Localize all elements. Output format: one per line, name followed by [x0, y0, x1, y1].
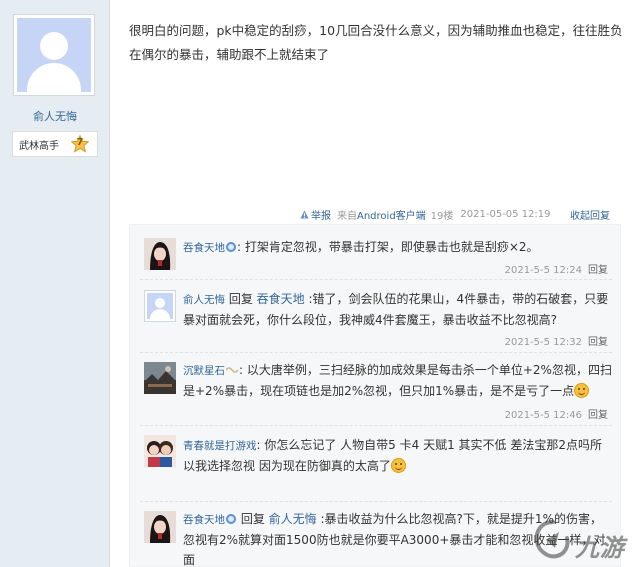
avatar[interactable]: [144, 290, 176, 322]
reply-time: 2021-5-5 12:32: [504, 337, 582, 348]
reply-body: 沉默星石: 以大唐举例，三扫经脉的加成效果是每击杀一个单位+2%忽视，四扫是+2…: [183, 360, 613, 401]
reply-time: 2021-5-5 12:46: [504, 410, 582, 421]
jiuyou-watermark: 九游: [531, 516, 639, 566]
avatar[interactable]: [144, 238, 176, 270]
reply-nick-link[interactable]: 俞人无悔: [183, 294, 225, 306]
reply-nick-link[interactable]: 沉默星石: [183, 365, 225, 377]
reply-button[interactable]: 回复: [588, 265, 608, 276]
reply-body: 吞食天地 : 打架肯定忽视，带暴击打架，即使暴击也就是刮痧×2。: [183, 237, 613, 258]
reply-divider: [140, 279, 612, 280]
source-prefix: 来自: [337, 210, 357, 222]
reply-button[interactable]: 回复: [588, 337, 608, 348]
report-link[interactable]: 举报: [300, 207, 331, 222]
reply-divider: [140, 501, 612, 502]
post-source: 来自Android客户端: [337, 207, 426, 222]
reply-divider: [140, 352, 612, 353]
reply-nick-link[interactable]: 吞食天地: [183, 514, 225, 526]
author-sidebar: 俞人无悔 武林高手 7: [0, 0, 110, 567]
rank-badge: 武林高手 7: [12, 131, 98, 157]
landscape-avatar-icon: [144, 362, 176, 394]
reply-meta: 2021-5-5 12:24 回复: [505, 261, 608, 276]
post-meta: 举报 来自Android客户端 19楼 2021-05-05 12:19 收起回…: [300, 206, 610, 222]
author-name-link[interactable]: 俞人无悔: [0, 108, 110, 124]
wave-icon: [226, 367, 238, 373]
couple-avatar-icon: [144, 435, 176, 467]
rank-star-icon: 7: [71, 135, 89, 153]
member-badge-icon: [226, 242, 236, 252]
default-avatar-icon: [147, 293, 173, 319]
watermark-text: 九游: [575, 534, 625, 562]
floor-number: 19楼: [430, 210, 454, 222]
reply-time: 2021-5-5 12:24: [504, 265, 582, 276]
reply-content: : 打架肯定忽视，带暴击打架，即使暴击也就是刮痧×2。: [237, 240, 539, 254]
reply-body: 俞人无悔 回复 吞食天地 :错了，剑会队伍的花果山，4件暴击，带的石破套，只要暴…: [183, 289, 613, 330]
reply-meta: 2021-5-5 12:46 回复: [505, 406, 608, 421]
reply-to-word: 回复: [228, 292, 253, 306]
collapse-replies-button[interactable]: 收起回复: [570, 207, 610, 222]
avatar[interactable]: [144, 362, 176, 394]
reply-target-link[interactable]: 俞人无悔: [269, 512, 317, 526]
report-icon: [300, 209, 309, 219]
dark-hair-avatar-icon: [144, 511, 176, 543]
post-time: 2021-05-05 12:19: [460, 208, 551, 220]
reply-to-word: 回复: [240, 512, 265, 526]
reply-content: : 以大唐举例，三扫经脉的加成效果是每击杀一个单位+2%忽视，四扫是+2%暴击，…: [183, 363, 612, 398]
member-badge-icon: [226, 514, 236, 524]
default-avatar-icon: [17, 18, 91, 92]
jiuyou-logo-icon: [534, 520, 570, 559]
source-client-link[interactable]: Android客户端: [357, 211, 426, 222]
reply-body: 青春就是打游戏: 你怎么忘记了 人物自带5 卡4 天赋1 其实不低 差法宝那2点…: [183, 435, 613, 476]
rank-title: 武林高手: [19, 140, 59, 152]
reply-nick-link[interactable]: 吞食天地: [183, 242, 225, 254]
report-label: 举报: [311, 210, 331, 222]
avatar[interactable]: [144, 435, 176, 467]
avatar[interactable]: [144, 511, 176, 543]
reply-button[interactable]: 回复: [588, 410, 608, 421]
reply-nick-link[interactable]: 青春就是打游戏: [183, 440, 257, 452]
smile-emoji-icon: [390, 458, 406, 473]
reply-meta: 2021-5-5 12:32 回复: [505, 333, 608, 348]
reply-divider: [140, 425, 612, 426]
post-content: 很明白的问题，pk中稳定的刮痧，10几回合没什么意义，因为辅助推血也稳定，往往胜…: [129, 23, 623, 62]
rank-level: 7: [76, 137, 84, 148]
dark-hair-avatar-icon: [144, 238, 176, 270]
sweat-smile-emoji-icon: [574, 383, 590, 398]
author-avatar[interactable]: [13, 14, 95, 96]
reply-target-link[interactable]: 吞食天地: [257, 292, 305, 306]
